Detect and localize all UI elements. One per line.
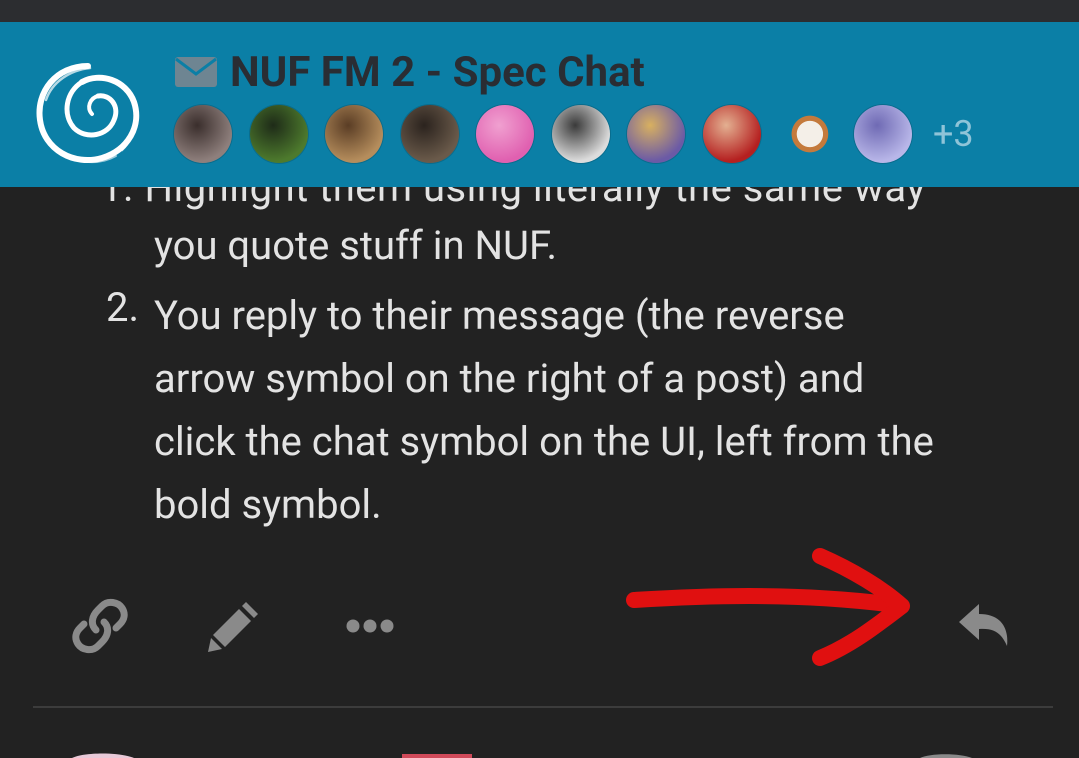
red-arrow-annotation-icon [626,548,910,666]
site-logo[interactable] [26,52,150,176]
participant-avatar[interactable] [400,105,459,163]
status-bar [0,0,1079,22]
list-item-2-line: You reply to their message (the reverse [154,292,845,339]
participant-overflow-count[interactable]: +3 [933,113,974,155]
next-post-preview [72,753,972,758]
participant-avatar[interactable] [325,105,383,163]
next-post-avatar-left [72,753,134,758]
topic-title: NUF FM 2 - Spec Chat [230,47,645,97]
envelope-icon [175,57,217,87]
topic-title-row[interactable]: NUF FM 2 - Spec Chat [174,47,645,97]
list-item-2-line: click the chat symbol on the UI, left fr… [154,418,934,465]
topic-header: NUF FM 2 - Spec Chat +3 [0,22,1079,187]
participant-list: +3 [174,104,974,164]
next-post-image-center [402,754,472,758]
share-link-button[interactable] [70,596,130,656]
pencil-icon [208,602,258,652]
reply-arrow-icon [959,604,1008,646]
list-item-2-line: arrow symbol on the right of a post) and [154,355,865,402]
participant-avatar[interactable] [853,105,912,163]
participant-avatar[interactable] [702,105,761,163]
list-item-2-line: bold symbol. [154,481,382,528]
participant-avatar[interactable] [551,105,610,163]
post-divider [33,706,1053,708]
participant-avatar[interactable] [249,105,308,163]
list-item-1-continuation: you quote stuff in NUF. [154,222,558,269]
list-item-2-text: You reply to their message (the reverse … [154,284,934,536]
next-post-avatar-right [920,754,972,758]
participant-avatar[interactable] [174,105,232,163]
edit-post-button[interactable] [204,596,264,656]
swirl-logo-icon [36,63,140,164]
participant-avatar[interactable] [778,105,836,163]
list-item-2-number: 2. [106,284,140,331]
reply-button[interactable] [955,596,1015,656]
participant-avatar[interactable] [627,105,685,163]
more-actions-button[interactable] [340,596,400,656]
ellipsis-icon [346,619,394,633]
link-icon [72,598,128,654]
participant-avatar[interactable] [476,105,534,163]
post-actions [0,548,1079,670]
